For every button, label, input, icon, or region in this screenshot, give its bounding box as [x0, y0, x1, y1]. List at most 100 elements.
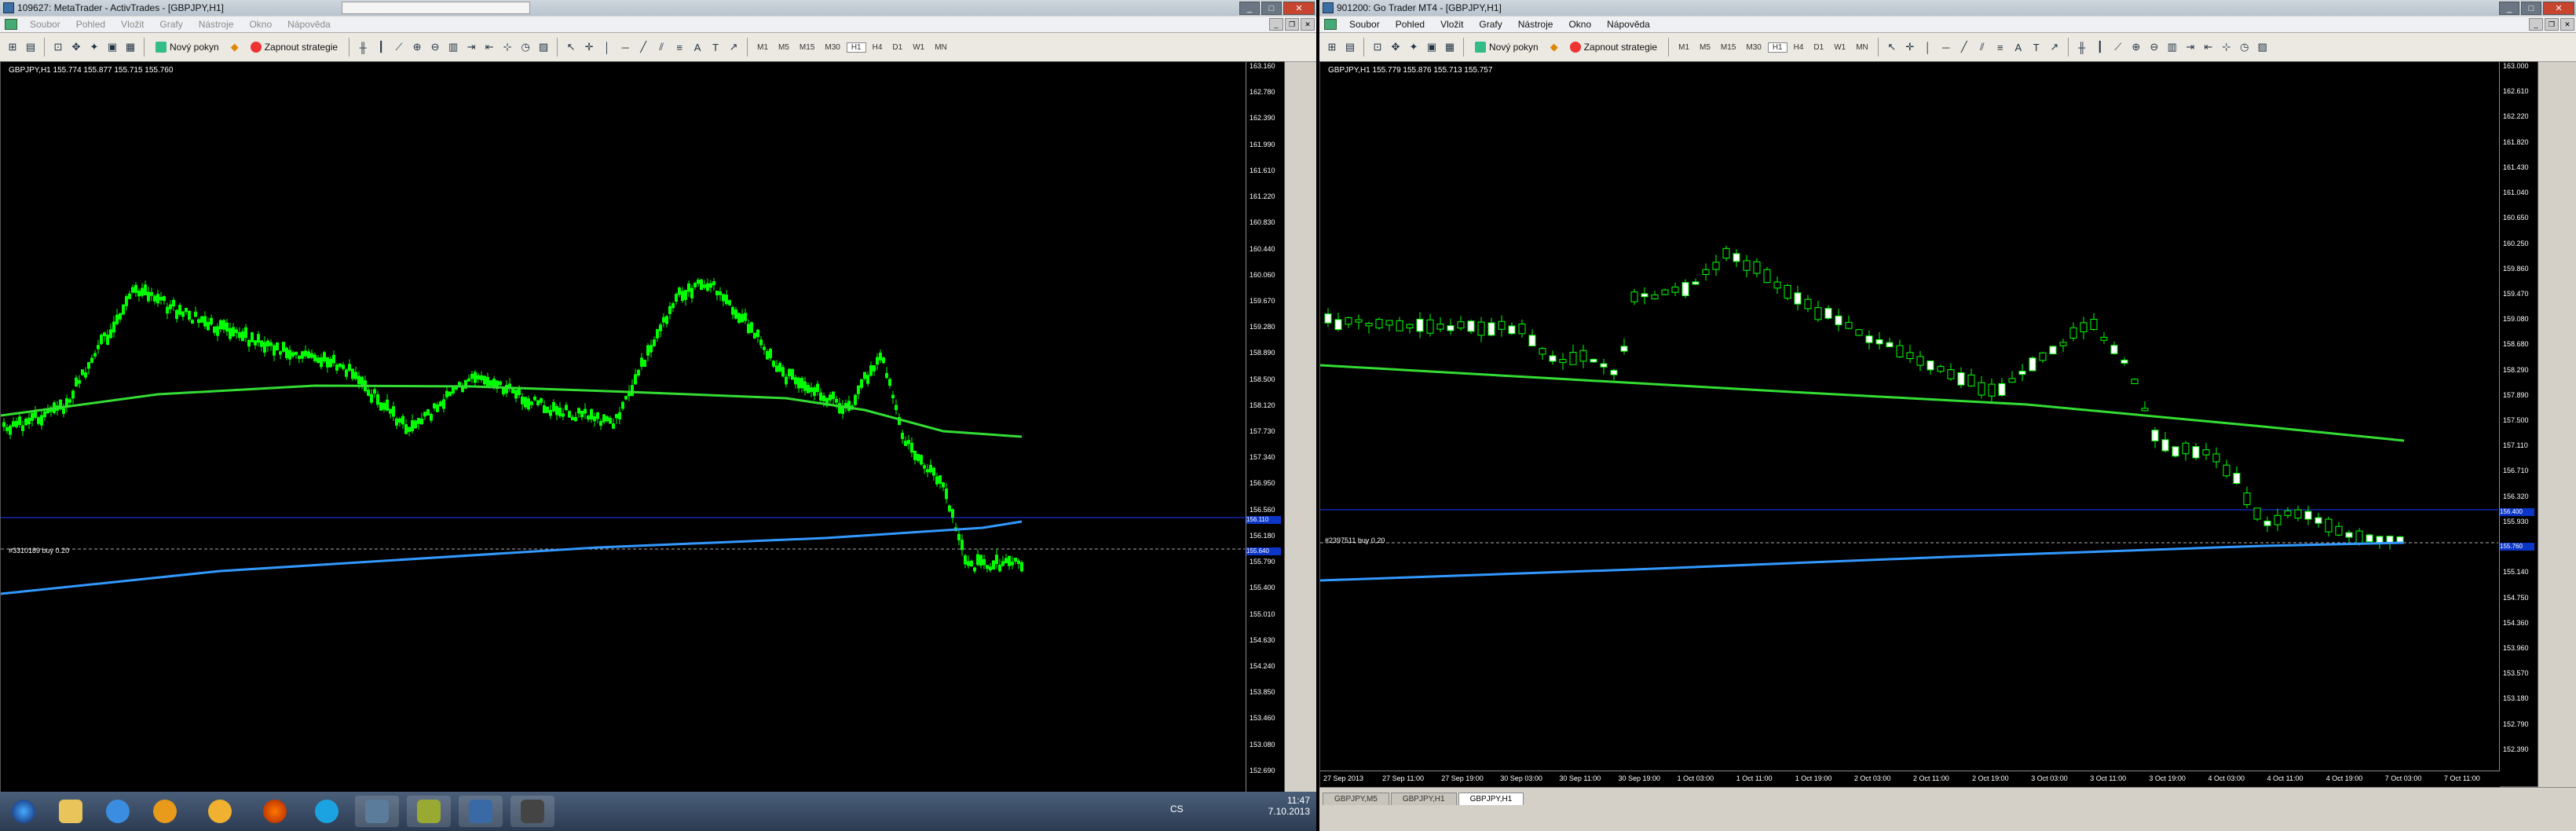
- line-chart-icon[interactable]: ⟋: [2110, 39, 2126, 55]
- menu-charts[interactable]: Grafy: [152, 19, 190, 30]
- metaeditor-icon[interactable]: ◆: [1546, 39, 1562, 55]
- menu-file[interactable]: Soubor: [1341, 19, 1388, 30]
- trendline-icon[interactable]: ╱: [635, 39, 651, 55]
- templates-icon[interactable]: ▨: [536, 39, 551, 55]
- timeframe-m30[interactable]: M30: [821, 43, 843, 52]
- price-chart[interactable]: GBPJPY,H1 155.774 155.877 155.715 155.76…: [0, 61, 1285, 793]
- chart-tab-gbpjpy-h1-active[interactable]: GBPJPY,H1: [1458, 793, 1524, 805]
- new-chart-icon[interactable]: ⊞: [1324, 39, 1340, 55]
- date-scale[interactable]: 27 Sep 2013 27 Sep 11:00 27 Sep 19:00 30 Se…: [1320, 771, 2500, 787]
- timeframe-mn[interactable]: MN: [931, 43, 951, 52]
- timeframe-d1[interactable]: D1: [888, 43, 906, 52]
- price-scale[interactable]: 163.000 162.610 162.220 161.820 161.430 161.0…: [2499, 62, 2538, 771]
- timeframe-h4[interactable]: H4: [869, 43, 887, 52]
- autoscroll-icon[interactable]: ⇥: [463, 39, 479, 55]
- mdi-minimize-icon[interactable]: _: [2529, 18, 2543, 31]
- label-icon[interactable]: T: [708, 39, 723, 55]
- indicators-icon[interactable]: ⊹: [499, 39, 515, 55]
- taskbar-media[interactable]: [143, 796, 187, 827]
- bar-chart-icon[interactable]: ╫: [2074, 39, 2090, 55]
- market-watch-icon[interactable]: ⊡: [50, 39, 66, 55]
- menu-view[interactable]: Pohled: [68, 19, 113, 30]
- title-bar[interactable]: 109627: MetaTrader - ActivTrades - [GBPJ…: [0, 0, 1316, 16]
- cursor-icon[interactable]: ↖: [1884, 39, 1900, 55]
- zoom-out-icon[interactable]: ⊖: [2146, 39, 2162, 55]
- price-chart[interactable]: GBPJPY,H1 155.779 155.876 155.713 155.75…: [1319, 61, 2538, 787]
- horizontal-line-icon[interactable]: ─: [1938, 39, 1954, 55]
- candlestick-icon[interactable]: ┃: [373, 39, 389, 55]
- timeframe-m1[interactable]: M1: [1674, 43, 1693, 52]
- line-chart-icon[interactable]: ⟋: [391, 39, 407, 55]
- taskbar-explorer[interactable]: [49, 796, 93, 827]
- menu-insert[interactable]: Vložit: [1433, 19, 1471, 30]
- indicators-icon[interactable]: ⊹: [2219, 39, 2234, 55]
- arrows-icon[interactable]: ↗: [2047, 39, 2062, 55]
- taskbar-metatrader[interactable]: [355, 796, 399, 827]
- strategy-tester-icon[interactable]: ▦: [1442, 39, 1458, 55]
- start-strategy-button[interactable]: Zapnout strategie: [1564, 38, 1663, 57]
- channel-icon[interactable]: ⫽: [653, 39, 669, 55]
- system-clock[interactable]: 11:47 7.10.2013: [1268, 795, 1310, 817]
- taskbar-fx-terminal[interactable]: [407, 796, 451, 827]
- background-window-tab[interactable]: [342, 2, 531, 14]
- tile-windows-icon[interactable]: ▥: [2164, 39, 2180, 55]
- menu-tools[interactable]: Nástroje: [191, 19, 242, 30]
- new-order-button[interactable]: Nový pokyn: [1469, 38, 1544, 57]
- maximize-icon[interactable]: □: [1261, 2, 1282, 15]
- zoom-out-icon[interactable]: ⊖: [427, 39, 443, 55]
- close-icon[interactable]: ✕: [2543, 2, 2574, 15]
- arrows-icon[interactable]: ↗: [726, 39, 741, 55]
- periods-icon[interactable]: ◷: [2237, 39, 2252, 55]
- navigator-icon[interactable]: ✦: [86, 39, 102, 55]
- menu-window[interactable]: Okno: [1561, 19, 1599, 30]
- chart-tab-gbpjpy-m5[interactable]: GBPJPY,M5: [1323, 793, 1389, 805]
- terminal-icon[interactable]: ▣: [104, 39, 120, 55]
- maximize-icon[interactable]: □: [2521, 2, 2541, 15]
- text-icon[interactable]: A: [690, 39, 705, 55]
- mdi-minimize-icon[interactable]: _: [1269, 18, 1283, 31]
- channel-icon[interactable]: ⫽: [1974, 39, 1990, 55]
- timeframe-w1[interactable]: W1: [1830, 43, 1850, 52]
- terminal-icon[interactable]: ▣: [1424, 39, 1440, 55]
- chart-shift-icon[interactable]: ⇤: [481, 39, 497, 55]
- metaeditor-icon[interactable]: ◆: [227, 39, 243, 55]
- bar-chart-icon[interactable]: ╫: [355, 39, 371, 55]
- crosshair-icon[interactable]: ✛: [581, 39, 597, 55]
- minimize-icon[interactable]: _: [2499, 2, 2519, 15]
- candlestick-icon[interactable]: ┃: [2092, 39, 2108, 55]
- text-icon[interactable]: A: [2011, 39, 2026, 55]
- data-window-icon[interactable]: ✥: [68, 39, 84, 55]
- input-language[interactable]: CS: [1170, 804, 1184, 815]
- title-bar[interactable]: 901200: Go Trader MT4 - [GBPJPY,H1] _ □ …: [1319, 0, 2576, 16]
- taskbar-messenger[interactable]: [198, 796, 242, 827]
- vertical-line-icon[interactable]: │: [599, 39, 615, 55]
- periods-icon[interactable]: ◷: [518, 39, 533, 55]
- timeframe-m5[interactable]: M5: [1696, 43, 1714, 52]
- timeframe-w1[interactable]: W1: [909, 43, 928, 52]
- minimize-icon[interactable]: _: [1239, 2, 1260, 15]
- data-window-icon[interactable]: ✥: [1388, 39, 1403, 55]
- menu-help[interactable]: Nápověda: [280, 19, 338, 30]
- mdi-restore-icon[interactable]: ❐: [2545, 18, 2559, 31]
- taskbar-checkmark-app[interactable]: [459, 796, 503, 827]
- chart-plot-area[interactable]: [1320, 62, 2498, 771]
- zoom-in-icon[interactable]: ⊕: [2128, 39, 2144, 55]
- timeframe-d1[interactable]: D1: [1809, 43, 1828, 52]
- timeframe-m30[interactable]: M30: [1742, 43, 1765, 52]
- taskbar-skype[interactable]: [305, 796, 349, 827]
- profiles-icon[interactable]: ▤: [1342, 39, 1358, 55]
- timeframe-h4[interactable]: H4: [1790, 43, 1808, 52]
- market-watch-icon[interactable]: ⊡: [1370, 39, 1385, 55]
- menu-insert[interactable]: Vložit: [113, 19, 152, 30]
- timeframe-h1[interactable]: H1: [846, 42, 866, 53]
- timeframe-m1[interactable]: M1: [753, 43, 772, 52]
- mdi-restore-icon[interactable]: ❐: [1285, 18, 1299, 31]
- chart-plot-area[interactable]: [1, 62, 1245, 793]
- strategy-tester-icon[interactable]: ▦: [123, 39, 138, 55]
- vertical-line-icon[interactable]: │: [1920, 39, 1936, 55]
- mdi-close-icon[interactable]: ✕: [2560, 18, 2574, 31]
- menu-tools[interactable]: Nástroje: [1510, 19, 1561, 30]
- profiles-icon[interactable]: ▤: [23, 39, 38, 55]
- cursor-icon[interactable]: ↖: [563, 39, 579, 55]
- taskbar-go-trader[interactable]: [510, 796, 554, 827]
